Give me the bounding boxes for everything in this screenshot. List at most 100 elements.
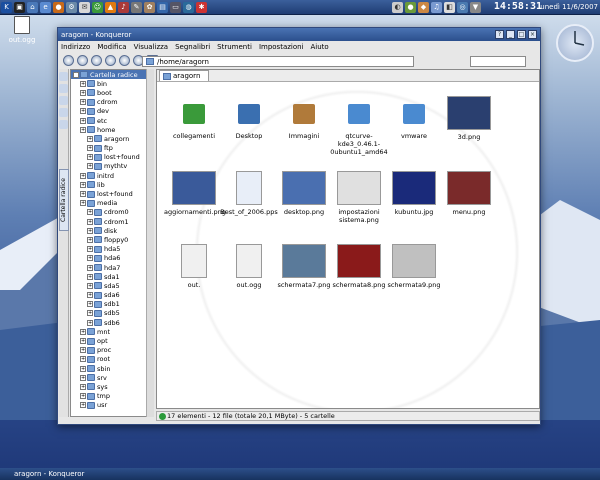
file-item[interactable]: schermata7.png: [274, 244, 334, 289]
konqueror-icon[interactable]: e: [40, 1, 51, 13]
tree-item[interactable]: + root: [71, 355, 153, 364]
folder-tree[interactable]: + Cartella radice + bin + boot + cdrom + dev + etc +…: [70, 69, 154, 417]
window-icon[interactable]: ▭: [170, 1, 181, 13]
tree-item[interactable]: + sdb5: [71, 309, 153, 318]
expand-icon[interactable]: +: [87, 282, 93, 289]
expand-icon[interactable]: +: [87, 292, 93, 299]
reload-icon[interactable]: [105, 54, 116, 66]
file-item[interactable]: Best_of_2006.pps: [219, 171, 279, 216]
tray-icon-6[interactable]: ◎: [457, 1, 468, 13]
expand-icon[interactable]: +: [80, 356, 86, 363]
tree-item[interactable]: + cdrom0: [71, 208, 153, 217]
star-icon[interactable]: ✱: [196, 1, 207, 13]
tree-item[interactable]: + cdrom: [71, 98, 153, 107]
file-item[interactable]: collegamenti: [164, 96, 224, 140]
tab-aragorn[interactable]: aragorn: [159, 70, 210, 81]
tray-icon-5[interactable]: ◧: [444, 1, 455, 13]
globe-icon[interactable]: ◍: [183, 1, 194, 13]
file-item[interactable]: out.: [164, 244, 224, 289]
tree-item[interactable]: + etc: [71, 116, 153, 125]
expand-icon[interactable]: +: [80, 99, 86, 106]
expand-icon[interactable]: +: [87, 319, 93, 326]
expand-icon[interactable]: +: [80, 191, 86, 198]
expand-icon[interactable]: +: [87, 301, 93, 308]
search-input[interactable]: [470, 56, 526, 67]
up-icon[interactable]: [91, 54, 102, 66]
home-nav-icon[interactable]: [119, 54, 130, 66]
expand-icon[interactable]: +: [87, 236, 93, 243]
file-item[interactable]: Desktop: [219, 96, 279, 140]
expand-icon[interactable]: +: [80, 126, 86, 133]
tree-item[interactable]: + sda1: [71, 272, 153, 281]
tool-icon[interactable]: ✎: [131, 1, 142, 13]
tree-item[interactable]: + proc: [71, 346, 153, 355]
panel-clock[interactable]: 14:58:31: [494, 1, 542, 12]
expand-icon[interactable]: +: [87, 273, 93, 280]
file-item[interactable]: Immagini: [274, 96, 334, 140]
tray-icon-3[interactable]: ◆: [418, 1, 429, 13]
window-titlebar[interactable]: aragorn - Konqueror ? _ □ ×: [58, 28, 540, 41]
bookmark-tab-icon[interactable]: [59, 72, 68, 81]
tree-item[interactable]: + bin: [71, 79, 153, 88]
menu-visualizza[interactable]: Visualizza: [134, 43, 168, 51]
desktop-switch-icon[interactable]: ▤: [157, 1, 168, 13]
network-tab-icon[interactable]: [59, 108, 68, 117]
tree-item[interactable]: + home: [71, 125, 153, 134]
tree-item[interactable]: + lost+found: [71, 153, 153, 162]
expand-icon[interactable]: +: [80, 393, 86, 400]
menu-segnalibri[interactable]: Segnalibri: [175, 43, 210, 51]
file-item[interactable]: out.ogg: [219, 244, 279, 289]
expand-icon[interactable]: +: [87, 209, 93, 216]
tree-item[interactable]: + lib: [71, 180, 153, 189]
expand-icon[interactable]: +: [87, 145, 93, 152]
tree-item[interactable]: + srv: [71, 373, 153, 382]
tree-item[interactable]: + dev: [71, 107, 153, 116]
menu-impostazioni[interactable]: Impostazioni: [259, 43, 304, 51]
vlc-icon[interactable]: ▲: [105, 1, 116, 13]
tree-item[interactable]: + hda6: [71, 254, 153, 263]
kmenu-icon[interactable]: K: [1, 1, 12, 13]
expand-icon[interactable]: +: [80, 365, 86, 372]
tree-item[interactable]: + Cartella radice: [71, 70, 153, 80]
expand-icon[interactable]: +: [80, 347, 86, 354]
tree-scrollbar[interactable]: [146, 69, 154, 417]
minimize-icon[interactable]: _: [506, 30, 515, 39]
file-item[interactable]: qtcurve-kde3_0.46.1-0ubuntu1_amd64: [329, 96, 389, 156]
home-icon[interactable]: ⌂: [27, 1, 38, 13]
tree-item[interactable]: + cdrom1: [71, 217, 153, 226]
tree-item[interactable]: + disk: [71, 226, 153, 235]
file-item[interactable]: schermata9.png: [384, 244, 444, 289]
tray-icon-7[interactable]: ▼: [470, 1, 481, 13]
tree-item[interactable]: + lost+found: [71, 189, 153, 198]
file-item[interactable]: menu.png: [439, 171, 499, 216]
file-item[interactable]: kubuntu.jpg: [384, 171, 444, 216]
tree-item[interactable]: + boot: [71, 88, 153, 97]
tree-item[interactable]: + sda5: [71, 281, 153, 290]
media-tab-icon[interactable]: [59, 120, 68, 129]
tree-item[interactable]: + mythtv: [71, 162, 153, 171]
expand-icon[interactable]: +: [87, 310, 93, 317]
history-tab-icon[interactable]: [59, 84, 68, 93]
tray-icon-1[interactable]: ◐: [392, 1, 403, 13]
file-item[interactable]: 3d.png: [439, 96, 499, 141]
maximize-icon[interactable]: □: [517, 30, 526, 39]
location-bar[interactable]: /home/aragorn: [142, 56, 414, 67]
tree-item[interactable]: + aragorn: [71, 134, 153, 143]
expand-icon[interactable]: +: [80, 89, 86, 96]
tree-item[interactable]: + hda5: [71, 245, 153, 254]
tree-item[interactable]: + ftp: [71, 144, 153, 153]
terminal-icon[interactable]: ▣: [14, 1, 25, 13]
expand-icon[interactable]: +: [87, 255, 93, 262]
file-item[interactable]: vmware: [384, 96, 444, 140]
expand-icon[interactable]: +: [87, 227, 93, 234]
tree-item[interactable]: + sdb1: [71, 300, 153, 309]
file-item[interactable]: desktop.png: [274, 171, 334, 216]
tree-item[interactable]: + opt: [71, 336, 153, 345]
expand-icon[interactable]: +: [80, 117, 86, 124]
tree-item[interactable]: + floppy0: [71, 235, 153, 244]
tree-item[interactable]: + initrd: [71, 171, 153, 180]
expand-icon[interactable]: +: [80, 383, 86, 390]
settings-icon[interactable]: ⚙: [66, 1, 77, 13]
expand-icon[interactable]: +: [87, 154, 93, 161]
expand-icon[interactable]: +: [87, 163, 93, 170]
